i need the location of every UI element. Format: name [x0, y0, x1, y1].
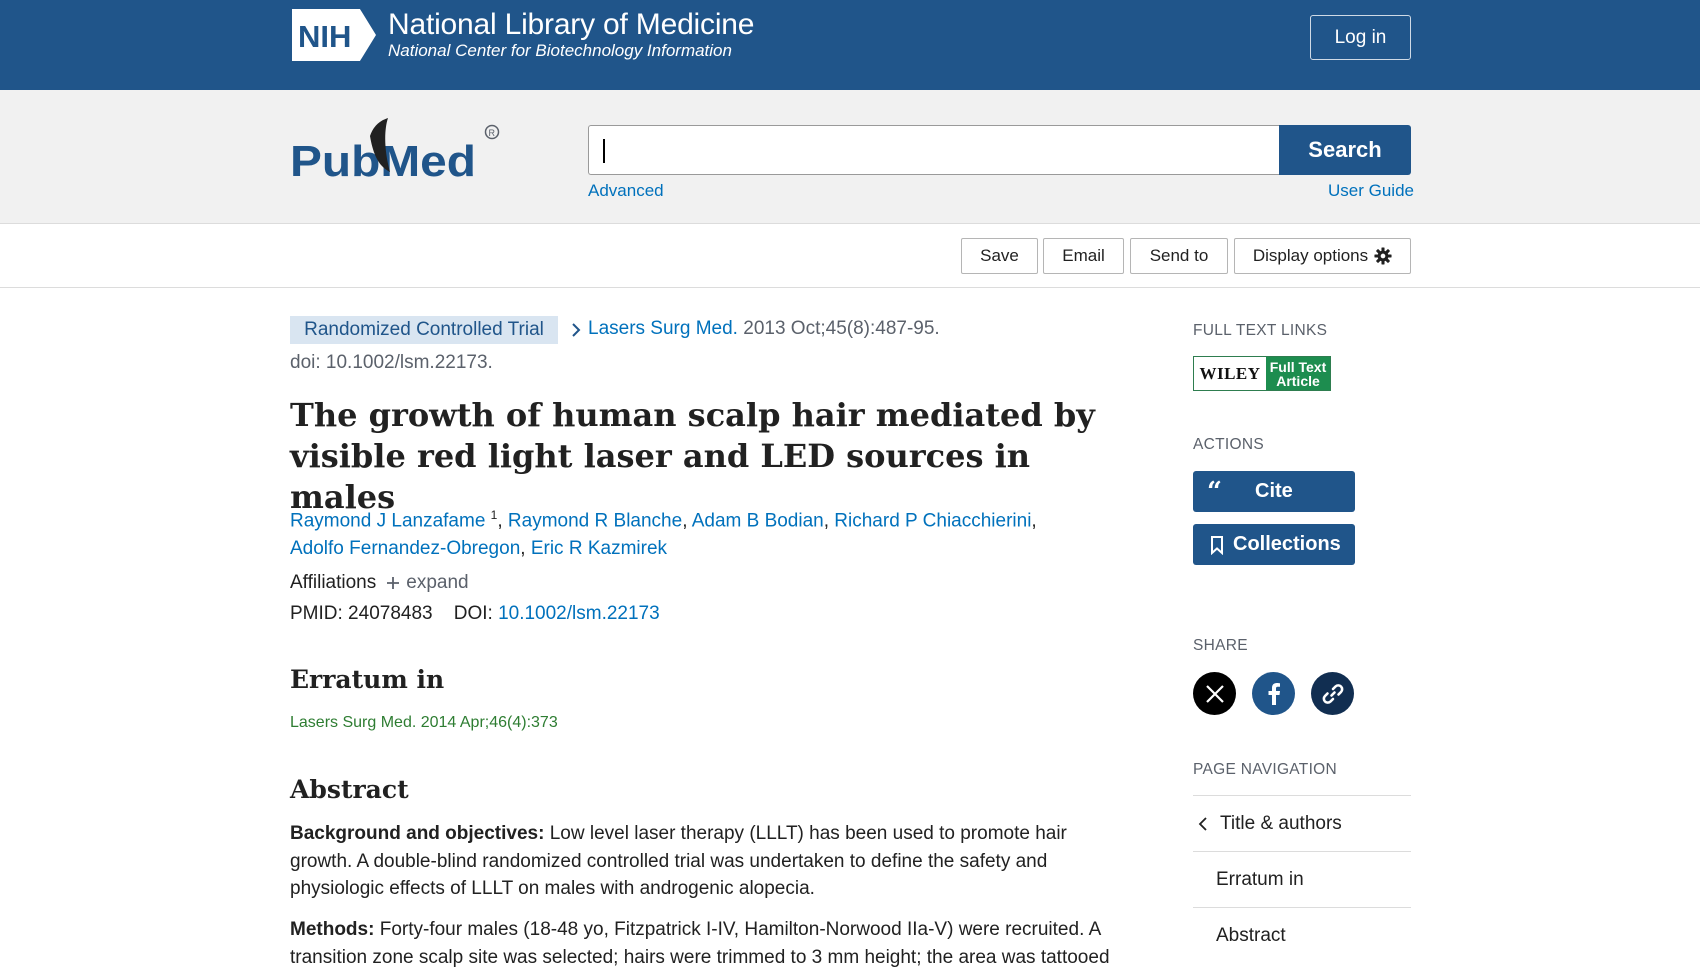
pmid-text: PMID: 24078483: [290, 603, 433, 624]
nav-item-abstract[interactable]: Abstract: [1193, 907, 1411, 963]
nav-item-label: Abstract: [1216, 924, 1286, 946]
article-toolbar: Save Email Send to Display options: [0, 224, 1700, 288]
facebook-icon: [1268, 682, 1280, 705]
wiley-line2: Article: [1276, 372, 1320, 389]
search-input[interactable]: [588, 125, 1279, 175]
doi-link[interactable]: 10.1002/lsm.22173: [498, 603, 660, 624]
share-facebook-button[interactable]: [1252, 672, 1295, 715]
doi-text: doi: 10.1002/lsm.22173.: [290, 352, 493, 373]
journal-link[interactable]: Lasers Surg Med.: [588, 318, 738, 339]
user-guide-link[interactable]: User Guide: [1328, 181, 1414, 201]
nav-item-label: Erratum in: [1216, 868, 1304, 890]
abstract-heading: Abstract: [290, 775, 409, 804]
collections-label: Collections: [1233, 533, 1341, 555]
gear-icon: [1374, 247, 1392, 265]
abstract-section-label: Background and objectives:: [290, 823, 545, 844]
share-link-button[interactable]: [1311, 672, 1354, 715]
affiliations-label: Affiliations: [290, 572, 377, 593]
expand-affiliations-button[interactable]: expand: [386, 572, 469, 594]
pubmed-logo-icon[interactable]: PubMed R: [290, 116, 500, 192]
identifiers-row: PMID: 24078483 DOI: 10.1002/lsm.22173: [290, 603, 660, 625]
abstract-paragraph: Background and objectives: Low level las…: [290, 820, 1120, 903]
send-to-button[interactable]: Send to: [1130, 238, 1228, 274]
author-link[interactable]: Eric R Kazmirek: [531, 538, 667, 559]
link-icon: [1322, 683, 1343, 704]
abstract-section-label: Methods:: [290, 919, 375, 940]
text-caret: [603, 139, 605, 163]
affiliation-number[interactable]: 1: [491, 508, 498, 522]
save-button[interactable]: Save: [961, 238, 1038, 274]
affiliations-row: Affiliations expand: [290, 572, 469, 594]
actions-heading: ACTIONS: [1193, 436, 1264, 453]
author-link[interactable]: Raymond R Blanche: [508, 510, 682, 531]
journal-citation: Lasers Surg Med. 2013 Oct;45(8):487-95.: [588, 318, 940, 340]
svg-text:NIH: NIH: [298, 19, 351, 54]
expand-label: expand: [406, 572, 469, 593]
publication-type-badge: Randomized Controlled Trial: [290, 316, 558, 344]
nih-header: NIH National Library of Medicine Nationa…: [0, 0, 1700, 90]
collections-button[interactable]: Collections: [1193, 524, 1355, 565]
quote-icon: “: [1207, 476, 1222, 507]
abstract-section-text: Forty-four males (18-48 yo, Fitzpatrick …: [290, 919, 1110, 968]
wiley-full-text-link[interactable]: WILEY Full Text Article: [1193, 356, 1331, 391]
author-link[interactable]: Raymond J Lanzafame: [290, 510, 485, 531]
author-list: Raymond J Lanzafame 1, Raymond R Blanche…: [290, 508, 1037, 560]
article-title: The growth of human scalp hair mediated …: [290, 396, 1095, 516]
advanced-search-link[interactable]: Advanced: [588, 181, 664, 201]
share-x-button[interactable]: [1193, 672, 1236, 715]
chevron-left-icon: [1198, 816, 1207, 831]
nav-item-title-authors[interactable]: Title & authors: [1193, 795, 1411, 851]
bookmark-icon: [1211, 535, 1223, 555]
nih-subtitle: National Center for Biotechnology Inform…: [388, 41, 732, 60]
abstract-paragraph: Methods: Forty-four males (18-48 yo, Fit…: [290, 916, 1120, 968]
nih-logo-icon[interactable]: NIH: [290, 7, 380, 63]
erratum-heading: Erratum in: [290, 665, 445, 694]
wiley-full-text-badge: Full Text Article: [1266, 357, 1330, 390]
wiley-logo: WILEY: [1199, 363, 1261, 383]
nav-item-label: Title & authors: [1220, 812, 1342, 834]
x-icon: [1205, 684, 1224, 703]
author-link[interactable]: Richard P Chiacchierini: [834, 510, 1031, 531]
plus-icon: [387, 577, 400, 589]
wiley-line1: Full Text: [1269, 358, 1327, 375]
display-options-button[interactable]: Display options: [1234, 238, 1411, 274]
nav-item-erratum[interactable]: Erratum in: [1193, 851, 1411, 907]
share-heading: SHARE: [1193, 637, 1248, 654]
nih-title[interactable]: National Library of Medicine: [388, 8, 754, 42]
full-text-links-heading: FULL TEXT LINKS: [1193, 322, 1328, 339]
display-options-label: Display options: [1252, 246, 1369, 265]
author-link[interactable]: Adam B Bodian: [692, 510, 824, 531]
cite-label: Cite: [1255, 480, 1293, 502]
login-button[interactable]: Log in: [1310, 15, 1411, 60]
citation-details: 2013 Oct;45(8):487-95.: [737, 318, 940, 339]
cite-button[interactable]: “ Cite: [1193, 471, 1355, 512]
page-navigation-list: Title & authors Erratum in Abstract: [1193, 795, 1411, 963]
chevron-right-icon: [572, 323, 581, 337]
doi-label: DOI:: [453, 603, 493, 624]
page-navigation-heading: PAGE NAVIGATION: [1193, 761, 1338, 778]
svg-text:R: R: [489, 128, 496, 138]
search-button[interactable]: Search: [1279, 125, 1411, 175]
email-button[interactable]: Email: [1043, 238, 1124, 274]
erratum-citation-link[interactable]: Lasers Surg Med. 2014 Apr;46(4):373: [290, 714, 558, 732]
author-link[interactable]: Adolfo Fernandez-Obregon: [290, 538, 520, 559]
